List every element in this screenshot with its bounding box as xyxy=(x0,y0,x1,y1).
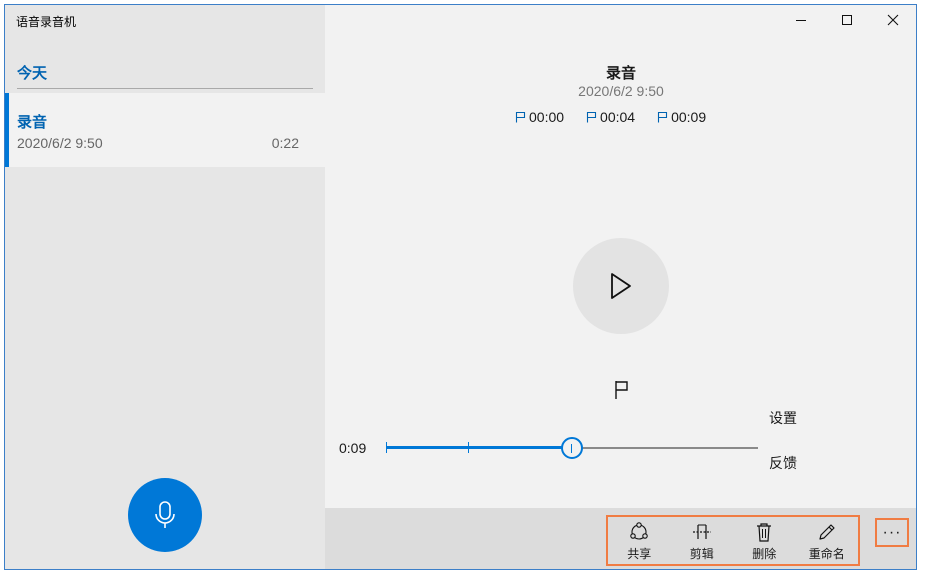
marker-tick xyxy=(467,442,469,453)
group-header-today: 今天 xyxy=(17,65,48,82)
close-icon xyxy=(887,14,899,26)
more-options-button[interactable]: ··· xyxy=(875,518,909,547)
microphone-icon xyxy=(155,501,175,528)
recording-date: 2020/6/2 9:50 xyxy=(17,135,103,151)
seek-slider[interactable] xyxy=(386,437,758,459)
delete-button[interactable]: 删除 xyxy=(733,517,796,564)
recording-name: 录音 xyxy=(17,114,48,131)
flag-icon xyxy=(515,111,526,123)
marker-time: 00:00 xyxy=(529,109,565,125)
rename-button[interactable]: 重命名 xyxy=(796,517,859,564)
command-group: 共享 剪辑 删除 重命名 xyxy=(606,515,860,566)
trash-icon xyxy=(757,523,772,542)
play-button[interactable] xyxy=(573,238,669,334)
rename-label: 重命名 xyxy=(808,547,845,561)
close-button[interactable] xyxy=(870,5,916,35)
trim-icon xyxy=(692,524,711,539)
record-button[interactable] xyxy=(128,478,202,552)
trim-button[interactable]: 剪辑 xyxy=(671,517,734,564)
share-icon xyxy=(630,522,649,540)
app-title: 语音录音机 xyxy=(16,15,77,29)
delete-label: 删除 xyxy=(752,547,777,561)
app-window: 语音录音机 今天 录音 2020/6/2 9:50 0:22 录音 2020/6… xyxy=(4,4,917,570)
recording-duration: 0:22 xyxy=(271,135,299,151)
slider-thumb[interactable] xyxy=(561,437,583,459)
share-label: 共享 xyxy=(627,547,652,561)
flag-icon xyxy=(615,381,628,399)
share-button[interactable]: 共享 xyxy=(608,517,671,564)
feedback-link[interactable]: 反馈 xyxy=(769,453,797,473)
marker-list: 00:00 00:04 00:09 xyxy=(515,109,706,125)
marker-item[interactable]: 00:09 xyxy=(657,109,706,125)
sidebar: 语音录音机 今天 录音 2020/6/2 9:50 0:22 xyxy=(5,5,325,569)
marker-tick xyxy=(386,442,387,453)
current-time: 0:09 xyxy=(339,440,367,456)
minimize-button[interactable] xyxy=(778,5,824,35)
flag-icon xyxy=(658,111,668,123)
maximize-icon xyxy=(842,15,852,25)
command-bar: 共享 剪辑 删除 重命名 ··· xyxy=(325,508,916,569)
recording-date-main: 2020/6/2 9:50 xyxy=(578,83,664,99)
minimize-icon xyxy=(796,20,806,21)
play-icon xyxy=(611,273,631,299)
settings-link[interactable]: 设置 xyxy=(769,408,797,428)
marker-time: 00:04 xyxy=(600,109,636,125)
add-marker-button[interactable] xyxy=(611,378,633,402)
pencil-icon xyxy=(819,524,835,540)
divider xyxy=(17,88,313,89)
marker-item[interactable]: 00:00 xyxy=(515,109,564,125)
marker-item[interactable]: 00:04 xyxy=(586,109,635,125)
selection-indicator xyxy=(5,93,9,167)
flag-icon xyxy=(586,111,597,123)
slider-progress xyxy=(386,446,572,449)
recording-title: 录音 xyxy=(605,65,636,82)
recording-list-item[interactable]: 录音 2020/6/2 9:50 0:22 xyxy=(5,93,325,167)
marker-time: 00:09 xyxy=(671,109,707,125)
trim-label: 剪辑 xyxy=(689,547,714,561)
maximize-button[interactable] xyxy=(824,5,870,35)
